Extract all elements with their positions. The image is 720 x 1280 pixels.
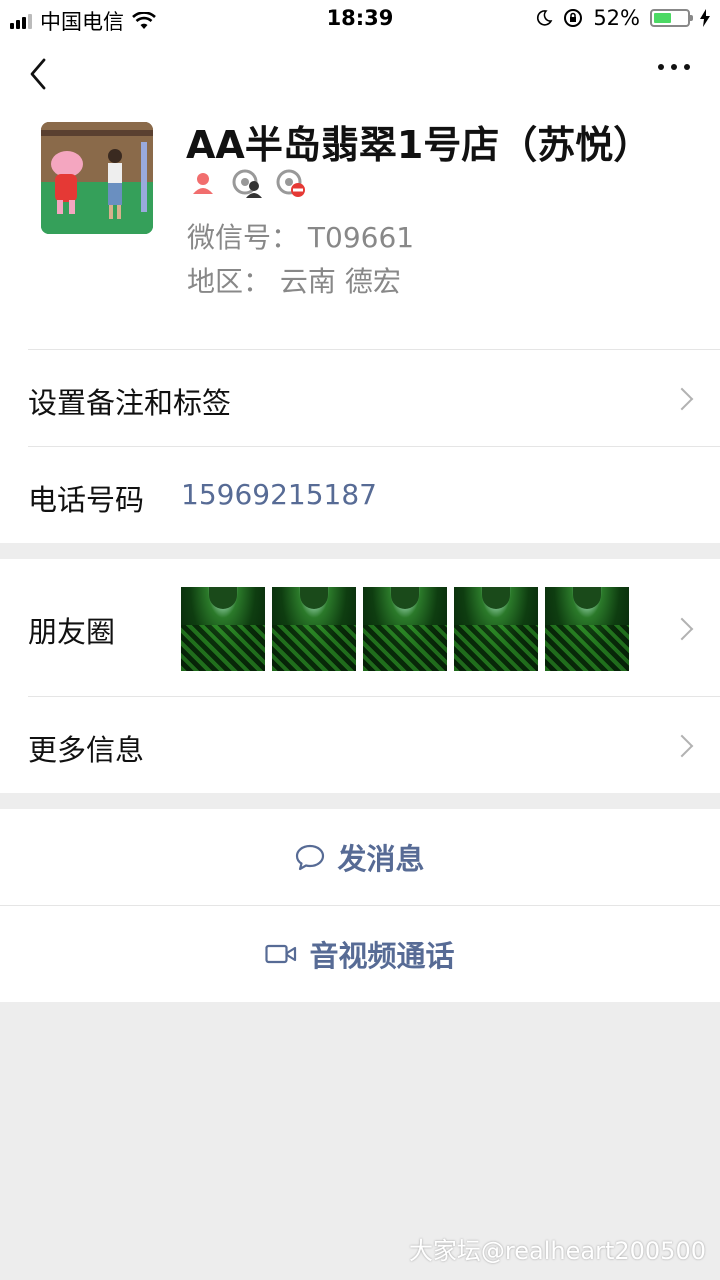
send-message-button[interactable]: 发消息 — [0, 809, 720, 905]
more-options-button[interactable] — [658, 64, 690, 70]
battery-fill — [654, 13, 671, 23]
video-call-button[interactable]: 音视频通话 — [0, 906, 720, 1002]
video-call-label: 音视频通话 — [309, 939, 455, 973]
avatar[interactable] — [41, 122, 153, 234]
moments-photo — [181, 587, 265, 671]
region-label: 地区： — [187, 265, 272, 298]
phone-label: 电话号码 — [28, 483, 145, 517]
status-right: 52% — [535, 6, 710, 30]
moments-section: 朋友圈 更多信息 — [0, 559, 720, 793]
action-buttons: 发消息 音视频通话 — [0, 809, 720, 1002]
profile-badges — [188, 168, 306, 198]
video-camera-icon — [265, 944, 297, 964]
back-arrow-icon[interactable] — [26, 56, 50, 92]
more-info-row[interactable]: 更多信息 — [0, 697, 720, 793]
female-icon — [193, 173, 213, 194]
remark-tags-row[interactable]: 设置备注和标签 — [0, 350, 720, 446]
rotation-lock-icon — [564, 9, 583, 27]
contact-rows: 设置备注和标签 电话号码 15969215187 — [0, 343, 720, 543]
moments-photo — [363, 587, 447, 671]
moments-label: 朋友圈 — [28, 615, 116, 649]
watermark: 大家坛@realheart200500 — [408, 1237, 706, 1265]
dot-icon — [671, 64, 677, 70]
wechat-id-value: T09661 — [307, 221, 415, 254]
region-line: 地区： 云南 德宏 — [187, 260, 401, 300]
moments-block-icon — [276, 169, 305, 197]
chevron-right-icon — [670, 387, 694, 411]
remark-tags-label: 设置备注和标签 — [28, 386, 232, 420]
wechat-id-label: 微信号： — [187, 221, 300, 254]
battery-percent: 52% — [593, 6, 640, 30]
region-value: 云南 德宏 — [279, 265, 401, 298]
dot-icon — [658, 64, 664, 70]
chevron-right-icon — [670, 617, 694, 641]
profile-name: AA半岛翡翠1号店（苏悦） — [186, 123, 652, 167]
dot-icon — [684, 64, 690, 70]
moments-thumbnails — [181, 587, 629, 671]
chevron-right-icon — [670, 734, 694, 758]
phone-number-link[interactable]: 15969215187 — [181, 478, 377, 511]
moon-icon — [537, 10, 553, 26]
phone-row: 电话号码 15969215187 — [0, 447, 720, 543]
wechat-id-line: 微信号： T09661 — [187, 216, 414, 256]
charging-icon — [700, 9, 710, 27]
battery-icon — [650, 9, 693, 27]
moments-photo — [454, 587, 538, 671]
moments-unfollow-icon — [232, 169, 262, 198]
profile-header: AA半岛翡翠1号店（苏悦） 微信号： T09661 地区： 云南 德宏 — [0, 36, 720, 343]
status-bar: 中国电信 18:39 52% — [0, 0, 720, 36]
moments-row[interactable]: 朋友圈 — [0, 559, 720, 696]
more-info-label: 更多信息 — [28, 733, 145, 767]
chat-bubble-icon — [296, 844, 325, 871]
moments-photo — [545, 587, 629, 671]
avatar-image — [41, 122, 153, 234]
moments-photo — [272, 587, 356, 671]
send-message-label: 发消息 — [337, 842, 425, 876]
